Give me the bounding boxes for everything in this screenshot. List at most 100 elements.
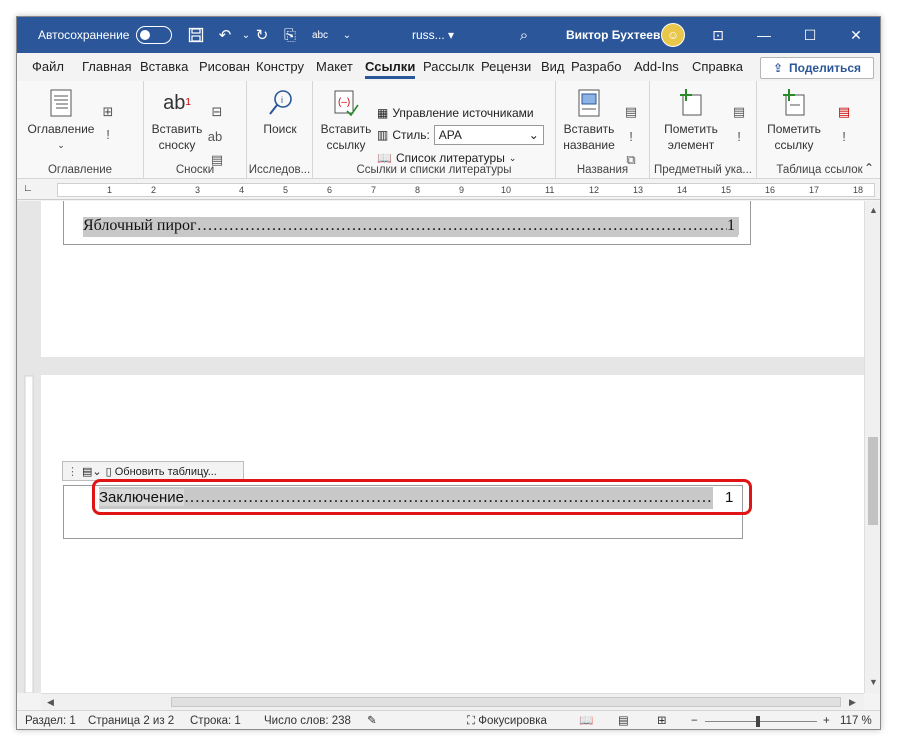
redo-icon[interactable]: ↻: [251, 17, 273, 53]
share-button[interactable]: ⇪ Поделиться: [760, 57, 874, 79]
insert-citation-icon: (–): [331, 87, 361, 119]
scrollbar-thumb[interactable]: [868, 437, 878, 525]
ruler-number: 7: [371, 185, 377, 195]
ribbon-display-options-icon[interactable]: ⊡: [695, 17, 741, 53]
update-authorities-icon[interactable]: !: [835, 127, 853, 145]
autosave-toggle[interactable]: [136, 26, 172, 44]
undo-icon[interactable]: ↶: [214, 17, 236, 53]
insert-table-of-figures-icon[interactable]: ▤: [622, 103, 640, 121]
update-index-icon[interactable]: !: [730, 127, 748, 145]
vertical-scrollbar[interactable]: ▲ ▼: [864, 201, 880, 693]
drag-handle-icon[interactable]: ⋮: [67, 465, 78, 478]
toc-button[interactable]: Оглавление ⌄: [25, 87, 97, 153]
collapse-ribbon-icon[interactable]: ⌃: [864, 161, 874, 175]
research-search-icon: i: [265, 87, 295, 119]
document-area[interactable]: Яблочный пирог………………………………………………………………………: [17, 201, 864, 693]
next-footnote-icon[interactable]: ab: [206, 127, 224, 145]
tab-developer[interactable]: Разрабо: [571, 53, 621, 81]
tab-layout[interactable]: Макет: [316, 53, 353, 81]
zoom-in-button[interactable]: +: [823, 711, 830, 729]
proofing-icon[interactable]: ✎: [367, 711, 377, 729]
save-icon[interactable]: [185, 17, 207, 53]
manage-sources-button[interactable]: ▦ Управление источниками: [377, 103, 534, 123]
search-button[interactable]: i Поиск: [251, 87, 309, 137]
tab-insert[interactable]: Вставка: [140, 53, 188, 81]
status-page[interactable]: Страница 2 из 2: [88, 711, 174, 729]
zoom-out-button[interactable]: −: [691, 711, 698, 729]
add-text-icon[interactable]: ⊞: [99, 103, 117, 121]
read-mode-icon[interactable]: 📖: [579, 711, 593, 729]
page-2[interactable]: [41, 375, 864, 693]
scroll-up-icon[interactable]: ▲: [869, 205, 878, 215]
style-select[interactable]: APA ⌄: [433, 125, 544, 145]
mark-entry-icon: [676, 87, 706, 119]
zoom-level[interactable]: 117 %: [840, 711, 872, 729]
avatar[interactable]: ☺: [661, 23, 685, 47]
group-research: i Поиск Исследов...: [247, 81, 313, 179]
horizontal-scrollbar[interactable]: ◀ ▶: [41, 693, 864, 710]
status-line[interactable]: Строка: 1: [190, 711, 241, 729]
ruler-number: 10: [501, 185, 512, 195]
tab-mailings[interactable]: Рассылк: [423, 53, 474, 81]
tab-selector-icon[interactable]: ∟: [23, 183, 33, 194]
tab-home[interactable]: Главная: [82, 53, 131, 81]
mark-entry-button[interactable]: Пометить элемент: [658, 87, 724, 153]
status-section[interactable]: Раздел: 1: [25, 711, 76, 729]
tab-add-ins[interactable]: Add-Ins: [634, 53, 679, 81]
mark-citation-button[interactable]: Пометить ссылку: [761, 87, 827, 153]
scroll-right-icon[interactable]: ▶: [849, 697, 856, 708]
update-figures-icon[interactable]: !: [622, 127, 640, 145]
focus-button[interactable]: ⛶ Фокусировка: [467, 711, 547, 729]
tab-help[interactable]: Справка: [692, 53, 743, 81]
page-1[interactable]: Яблочный пирог………………………………………………………………………: [41, 201, 864, 357]
zoom-slider-thumb[interactable]: [756, 716, 760, 727]
ruler-number: 6: [327, 185, 333, 195]
ruler-number: 8: [415, 185, 421, 195]
document-title[interactable]: russ... ▾: [412, 17, 454, 53]
insert-citation-button[interactable]: (–) Вставить ссылку: [317, 87, 375, 153]
spelling-icon[interactable]: abc: [309, 17, 331, 53]
minimize-icon[interactable]: —: [741, 17, 787, 53]
tab-review[interactable]: Рецензи: [481, 53, 531, 81]
scroll-down-icon[interactable]: ▼: [869, 677, 878, 687]
zoom-slider[interactable]: [705, 721, 817, 722]
ruler-strip[interactable]: 1 2 3 4 5 6 7 8 9 10 11 12 13 14 15 16 1…: [57, 183, 875, 197]
tab-references[interactable]: Ссылки: [365, 53, 416, 81]
svg-text:i: i: [281, 95, 283, 105]
status-word-count[interactable]: Число слов: 238: [264, 711, 351, 729]
web-layout-icon[interactable]: ⊞: [657, 711, 667, 729]
update-table-icon[interactable]: !: [99, 125, 117, 143]
insert-index-icon[interactable]: ▤: [730, 103, 748, 121]
ruler-number: 16: [765, 185, 776, 195]
insert-footnote-button[interactable]: ab 1 Вставить сноску: [148, 87, 206, 153]
close-icon[interactable]: ✕: [833, 17, 879, 53]
insert-caption-button[interactable]: Вставить название: [560, 87, 618, 153]
search-icon[interactable]: ⌕: [513, 17, 535, 53]
update-table-button[interactable]: ▯ Обновить таблицу...: [106, 465, 217, 478]
svg-text:(–): (–): [338, 97, 350, 108]
maximize-icon[interactable]: ☐: [787, 17, 833, 53]
toggle-knob: [140, 30, 150, 40]
style-label: Стиль:: [392, 128, 430, 142]
customize-toolbar-icon[interactable]: ⌄: [336, 17, 358, 53]
print-layout-icon[interactable]: ▤: [618, 711, 629, 729]
tab-design[interactable]: Констру: [256, 53, 304, 81]
tab-file[interactable]: Файл: [32, 53, 64, 81]
ruler-number: 14: [677, 185, 688, 195]
scrollbar-thumb[interactable]: [171, 697, 841, 707]
insert-authorities-icon[interactable]: ▤: [835, 103, 853, 121]
user-name[interactable]: Виктор Бухтеев: [566, 17, 660, 53]
mark-entry-label-1: Пометить: [664, 122, 718, 136]
share-icon: ⇪: [772, 61, 784, 75]
ruler-number: 5: [283, 185, 289, 195]
toc-entry-apple-pie[interactable]: Яблочный пирог………………………………………………………………………: [83, 217, 738, 237]
tab-view[interactable]: Вид: [541, 53, 565, 81]
toc-menu-icon[interactable]: ▤⌄: [82, 465, 102, 478]
tab-draw[interactable]: Рисован: [199, 53, 250, 81]
touch-mode-icon[interactable]: ⎘: [279, 17, 301, 53]
insert-endnote-icon[interactable]: ⊟: [208, 103, 226, 121]
toc-icon: [46, 87, 76, 119]
group-label-footnotes: Сноски: [175, 164, 215, 176]
scroll-left-icon[interactable]: ◀: [47, 697, 54, 708]
field-update-toolbar[interactable]: ⋮ ▤⌄ ▯ Обновить таблицу...: [62, 461, 244, 481]
